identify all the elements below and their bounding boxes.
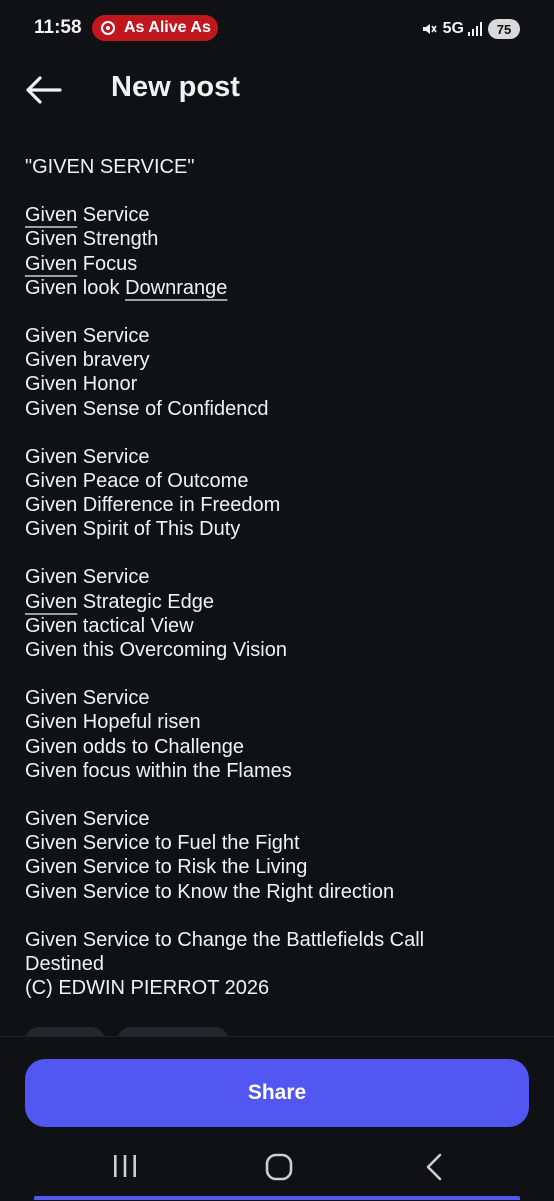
poem-line: Given Difference in Freedom	[25, 494, 281, 517]
poem-line: Given Service	[25, 324, 150, 347]
poem-line: Given Strength	[25, 228, 159, 251]
record-icon	[101, 21, 115, 35]
poem-line: Given tactical View	[25, 614, 194, 637]
poem-line: Given Honor	[25, 373, 138, 396]
poem-line: Given Spirit of This Duty	[25, 518, 241, 541]
poem-line: Given Service	[25, 204, 150, 227]
poem-line: Destined	[25, 952, 104, 975]
post-text-area[interactable]: "GIVEN SERVICE" Given Service Given Stre…	[25, 155, 535, 1000]
copyright-line: (C) EDWIN PIERROT 2026	[25, 977, 270, 1000]
poem-line: Given Service to Know the Right directio…	[25, 880, 395, 903]
post-title-line: "GIVEN SERVICE"	[25, 156, 195, 178]
spellcheck-word[interactable]: Downrange	[125, 277, 227, 299]
poem-line: Given Sense of Confidencd	[25, 397, 269, 420]
poem-line: Given Service to Risk the Living	[25, 856, 308, 879]
poem-line: Given Service	[25, 445, 150, 468]
gesture-edge	[34, 1196, 520, 1200]
poem-line: Given Service	[25, 687, 150, 710]
poem-line: Given Hopeful risen	[25, 711, 201, 734]
app-header: New post	[0, 58, 554, 122]
signal-icon	[468, 22, 482, 36]
poem-line: Given Strategic Edge	[25, 590, 214, 613]
system-nav-bar	[0, 1137, 554, 1201]
bottom-action-area: Share	[0, 1036, 554, 1201]
poem-line: Given Service to Fuel the Fight	[25, 832, 300, 855]
poem-line: Given Service	[25, 807, 150, 830]
poem-line: Given Service to Change the Battlefields…	[25, 928, 425, 951]
poem-line: Given odds to Challenge	[25, 735, 245, 758]
status-bar: 11:58 As Alive As 5G 75	[0, 0, 554, 58]
notification-text: As Alive As	[124, 19, 211, 36]
poem-line: Given Focus	[25, 252, 138, 275]
recents-icon[interactable]	[112, 1153, 138, 1179]
spellcheck-word[interactable]: Given	[25, 591, 77, 613]
battery-level: 75	[488, 19, 520, 39]
status-icons: 5G 75	[421, 17, 520, 41]
poem-line: Given focus within the Flames	[25, 759, 292, 782]
page-title: New post	[111, 71, 240, 103]
spellcheck-word[interactable]: Given	[25, 204, 77, 226]
poem-line: Given look Downrange	[25, 276, 228, 299]
spellcheck-word[interactable]: Given	[25, 253, 77, 275]
mute-icon	[422, 24, 437, 34]
network-type: 5G	[442, 20, 464, 37]
poem-line: Given Service	[25, 566, 150, 589]
nav-back-icon[interactable]	[424, 1153, 444, 1181]
status-time: 11:58	[34, 17, 82, 38]
poem-line: Given bravery	[25, 349, 150, 372]
poem-line: Given this Overcoming Vision	[25, 639, 287, 661]
notification-pill[interactable]: As Alive As	[92, 15, 218, 41]
home-icon[interactable]	[265, 1153, 293, 1181]
poem-line: Given Peace of Outcome	[25, 469, 249, 492]
back-arrow-icon[interactable]	[24, 74, 62, 106]
share-button[interactable]: Share	[25, 1059, 529, 1127]
